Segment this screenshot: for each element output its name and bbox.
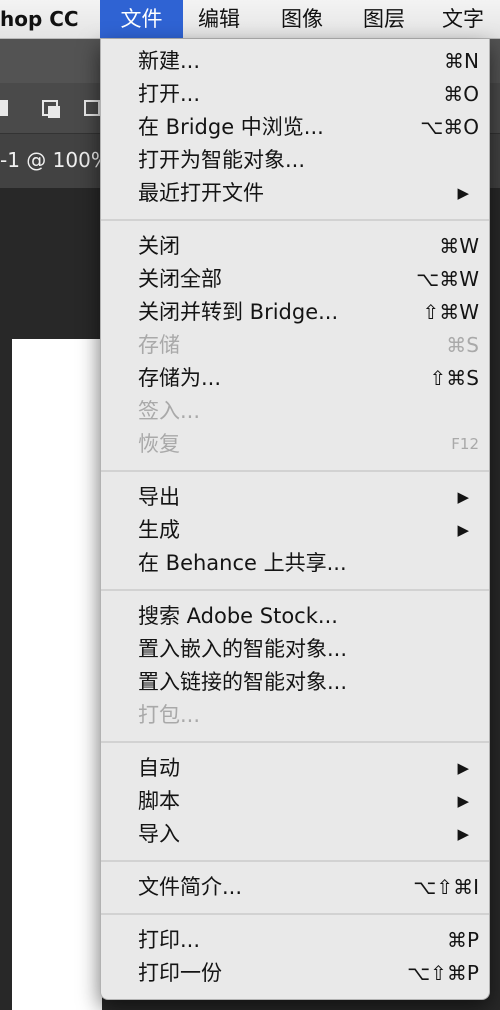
menu-item: 签入... <box>101 395 489 428</box>
submenu-arrow-icon: ▶ <box>457 488 469 506</box>
menu-item[interactable]: 生成 ▶ <box>101 514 489 547</box>
menu-separator <box>101 741 489 743</box>
menu-item[interactable]: 关闭 ⌘W <box>101 230 489 263</box>
document-title: -1 @ 100% <box>0 148 110 172</box>
menu-item-label: 脚本 <box>138 789 180 813</box>
menu-item-shortcut: ⌘P <box>446 928 479 952</box>
menu-item-label: 新建... <box>138 49 201 73</box>
menu-item-label: 置入嵌入的智能对象... <box>138 637 348 661</box>
menu-item-shortcut: ⌥⌘W <box>416 267 479 291</box>
menu-separator <box>101 589 489 591</box>
menu-item[interactable]: 在 Behance 上共享... <box>101 547 489 580</box>
menu-item-shortcut: ⌘O <box>443 82 479 106</box>
submenu-arrow-icon: ▶ <box>457 759 469 777</box>
menu-item-shortcut: ⇧⌘W <box>422 300 479 324</box>
menu-item[interactable]: 自动 ▶ <box>101 752 489 785</box>
menu-item-label: 存储 <box>138 333 180 357</box>
submenu-arrow-icon: ▶ <box>457 792 469 810</box>
menu-item-label: 关闭并转到 Bridge... <box>138 300 339 324</box>
menu-item-label: 导入 <box>138 822 180 846</box>
submenu-arrow-icon: ▶ <box>457 521 469 539</box>
document-canvas[interactable] <box>12 339 102 1010</box>
menu-item[interactable]: 打开为智能对象... <box>101 144 489 177</box>
menu-item-shortcut: ⌥⇧⌘P <box>407 961 479 985</box>
menu-item[interactable]: 导出 ▶ <box>101 481 489 514</box>
menu-item[interactable]: 存储为... ⇧⌘S <box>101 362 489 395</box>
menu-item-label: 导出 <box>138 485 180 509</box>
menu-item-label: 关闭 <box>138 234 180 258</box>
new-selection-icon[interactable] <box>0 98 18 116</box>
menu-item[interactable]: 关闭并转到 Bridge... ⇧⌘W <box>101 296 489 329</box>
menu-item[interactable]: 关闭全部 ⌥⌘W <box>101 263 489 296</box>
menu-item[interactable]: 置入链接的智能对象... <box>101 666 489 699</box>
menu-separator <box>101 860 489 862</box>
menu-item[interactable]: 搜索 Adobe Stock... <box>101 600 489 633</box>
file-menu-dropdown: 新建... ⌘N 打开... ⌘O 在 Bridge 中浏览... ⌥⌘O 打开为智能对象.… <box>100 39 490 1000</box>
menu-separator <box>101 470 489 472</box>
menu-item-label: 文件简介... <box>138 875 243 899</box>
menu-item[interactable]: 新建... ⌘N <box>101 45 489 78</box>
menu-item[interactable]: 打印一份 ⌥⇧⌘P <box>101 957 489 990</box>
menu-layer[interactable]: 图层 <box>363 0 405 38</box>
menu-item-label: 关闭全部 <box>138 267 222 291</box>
menu-item-shortcut: ⌥⇧⌘I <box>413 875 479 899</box>
menu-item[interactable]: 脚本 ▶ <box>101 785 489 818</box>
menu-item-label: 打包... <box>138 703 201 727</box>
submenu-arrow-icon: ▶ <box>457 184 469 202</box>
menu-item[interactable]: 置入嵌入的智能对象... <box>101 633 489 666</box>
menu-item-label: 置入链接的智能对象... <box>138 670 348 694</box>
menu-image[interactable]: 图像 <box>281 0 323 38</box>
menu-item-shortcut: F12 <box>451 435 479 453</box>
menu-item: 打包... <box>101 699 489 732</box>
menu-item[interactable]: 最近打开文件 ▶ <box>101 177 489 210</box>
menu-item-shortcut: ⌘N <box>444 49 479 73</box>
submenu-arrow-icon: ▶ <box>457 825 469 843</box>
menu-item-label: 打开... <box>138 82 201 106</box>
menu-item: 恢复 F12 <box>101 428 489 461</box>
menu-item-label: 在 Bridge 中浏览... <box>138 115 324 139</box>
menu-item-label: 在 Behance 上共享... <box>138 551 347 575</box>
menu-app-photoshop[interactable]: hop CC <box>0 0 79 38</box>
menu-bar: hop CC 文件 编辑 图像 图层 文字 <box>0 0 500 39</box>
add-selection-icon[interactable] <box>42 98 60 118</box>
menu-item-label: 打印... <box>138 928 201 952</box>
menu-separator <box>101 219 489 221</box>
menu-item-label: 自动 <box>138 756 180 780</box>
menu-item-label: 签入... <box>138 399 201 423</box>
menu-item[interactable]: 导入 ▶ <box>101 818 489 851</box>
menu-edit[interactable]: 编辑 <box>198 0 240 38</box>
menu-item[interactable]: 打印... ⌘P <box>101 924 489 957</box>
menu-item[interactable]: 在 Bridge 中浏览... ⌥⌘O <box>101 111 489 144</box>
menu-item-label: 存储为... <box>138 366 222 390</box>
menu-separator <box>101 913 489 915</box>
menu-item-label: 最近打开文件 <box>138 181 264 205</box>
menu-item-label: 生成 <box>138 518 180 542</box>
menu-item[interactable]: 打开... ⌘O <box>101 78 489 111</box>
menu-item-shortcut: ⇧⌘S <box>429 366 479 390</box>
menu-item[interactable]: 文件简介... ⌥⇧⌘I <box>101 871 489 904</box>
menu-item-label: 恢复 <box>138 432 180 456</box>
menu-item-shortcut: ⌘S <box>446 333 479 357</box>
menu-item-label: 打印一份 <box>138 961 222 985</box>
menu-item-label: 打开为智能对象... <box>138 148 306 172</box>
menu-item-shortcut: ⌘W <box>439 234 479 258</box>
menu-file[interactable]: 文件 <box>100 0 183 38</box>
menu-item: 存储 ⌘S <box>101 329 489 362</box>
menu-item-label: 搜索 Adobe Stock... <box>138 604 338 628</box>
menu-item-shortcut: ⌥⌘O <box>420 115 479 139</box>
menu-type[interactable]: 文字 <box>442 0 484 38</box>
